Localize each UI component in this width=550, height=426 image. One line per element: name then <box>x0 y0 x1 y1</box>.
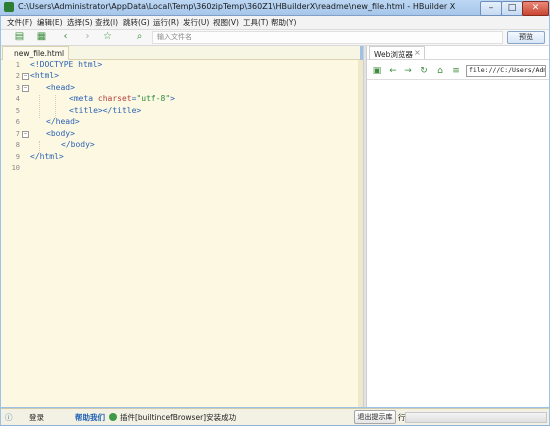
line-number: 10 <box>11 164 20 172</box>
maximize-button[interactable]: □ <box>501 1 523 16</box>
toolbar: ▤ ▦ ‹ › ☆ ⌕ 输入文件名 预览 <box>1 30 549 46</box>
indent-guide <box>55 95 56 118</box>
refresh-icon[interactable]: ↻ <box>419 66 429 76</box>
account-icon[interactable]: ⓘ <box>5 412 13 423</box>
window-title: C:\Users\Administrator\AppData\Local\Tem… <box>18 2 456 11</box>
editor-tab-strip: new_file.html <box>1 46 360 60</box>
login-link[interactable]: 登录 <box>29 412 44 423</box>
menu-icon[interactable]: ≡ <box>451 66 461 76</box>
menu-publish[interactable]: 发行(U) <box>183 17 209 28</box>
url-text: file:///C:/Users/Administrator/AppData/L… <box>469 66 545 74</box>
menu-goto[interactable]: 跳转(G) <box>123 17 150 28</box>
line-number: 6 <box>15 118 20 126</box>
devtools-icon[interactable]: ▣ <box>372 66 382 76</box>
code-line-2: <html> <box>30 71 59 80</box>
menu-edit[interactable]: 编辑(E) <box>37 17 63 28</box>
success-icon <box>109 413 117 421</box>
file-search-input[interactable]: 输入文件名 <box>152 31 503 44</box>
line-number: 1 <box>15 61 20 69</box>
web-browser-pane: Web浏览器 × ▣ ← → ↻ ⌂ ≡ file:///C:/Users/Ad… <box>366 46 549 407</box>
lock-icon[interactable]: ⌂ <box>435 66 445 76</box>
back-icon[interactable]: ‹ <box>59 31 72 43</box>
tab-new-file[interactable]: new_file.html <box>2 46 69 60</box>
preview-button[interactable]: 预览 <box>507 31 545 44</box>
close-button[interactable]: ✕ <box>522 1 549 16</box>
new-file-icon[interactable]: ▤ <box>13 31 26 43</box>
menu-view[interactable]: 视图(V) <box>213 17 239 28</box>
fold-toggle[interactable]: − <box>22 73 29 80</box>
fold-toggle[interactable]: − <box>22 85 29 92</box>
fold-toggle[interactable]: − <box>22 131 29 138</box>
code-line-4: <meta charset="utf-8"> <box>69 94 175 103</box>
app-logo-icon <box>4 2 14 12</box>
line-number: 5 <box>15 107 20 115</box>
code-line-6: </head> <box>46 117 80 126</box>
title-bar: C:\Users\Administrator\AppData\Local\Tem… <box>0 0 550 16</box>
help-link[interactable]: 帮助我们 <box>75 412 105 423</box>
status-progress-field <box>405 412 547 423</box>
browser-toolbar: ▣ ← → ↻ ⌂ ≡ file:///C:/Users/Administrat… <box>367 63 549 80</box>
code-line-1: <!DOCTYPE html> <box>30 60 103 69</box>
forward-icon[interactable]: › <box>81 31 94 43</box>
tab-divider <box>367 59 549 60</box>
exit-tip-button[interactable]: 退出提示库 <box>354 410 396 424</box>
star-icon[interactable]: ☆ <box>101 31 114 43</box>
line-number: 8 <box>15 141 20 149</box>
code-line-8: </body> <box>61 140 95 149</box>
url-input[interactable]: file:///C:/Users/Administrator/AppData/L… <box>466 65 546 77</box>
status-message: 插件[builtincefBrowser]安装成功 <box>120 413 237 422</box>
back-icon[interactable]: ← <box>388 66 398 76</box>
code-line-7: <body> <box>46 129 75 138</box>
menu-select[interactable]: 选择(S) <box>67 17 93 28</box>
status-bar: ⓘ 登录 帮助我们 插件[builtincefBrowser]安装成功 退出提示… <box>1 408 549 426</box>
line-gutter: 1 2 3 4 5 6 7 8 9 10 − − − <box>1 60 29 407</box>
line-number: 9 <box>15 153 20 161</box>
menu-find[interactable]: 查找(I) <box>95 17 118 28</box>
forward-icon[interactable]: → <box>403 66 413 76</box>
menu-tools[interactable]: 工具(T) <box>243 17 268 28</box>
line-number: 4 <box>15 95 20 103</box>
code-line-9: </html> <box>30 152 64 161</box>
code-line-3: <head> <box>46 83 75 92</box>
line-number: 7 <box>15 130 20 138</box>
menu-file[interactable]: 文件(F) <box>7 17 32 28</box>
line-number: 3 <box>15 84 20 92</box>
menu-run[interactable]: 运行(R) <box>153 17 179 28</box>
file-search-placeholder: 输入文件名 <box>157 33 192 41</box>
close-icon[interactable]: × <box>414 48 421 57</box>
search-icon[interactable]: ⌕ <box>133 31 146 43</box>
tab-label: new_file.html <box>14 49 65 58</box>
minimize-button[interactable]: – <box>480 1 502 16</box>
menu-help[interactable]: 帮助(Y) <box>271 17 296 28</box>
indent-guide <box>39 95 40 118</box>
tab-web-browser[interactable]: Web浏览器 × <box>369 46 425 60</box>
menu-bar: 文件(F) 编辑(E) 选择(S) 查找(I) 跳转(G) 运行(R) 发行(U… <box>1 16 549 30</box>
code-editor[interactable]: 1 2 3 4 5 6 7 8 9 10 − − − <!DOCTYPE htm… <box>1 60 358 407</box>
save-icon[interactable]: ▦ <box>35 31 48 43</box>
code-line-5: <title></title> <box>69 106 142 115</box>
line-number: 2 <box>15 72 20 80</box>
